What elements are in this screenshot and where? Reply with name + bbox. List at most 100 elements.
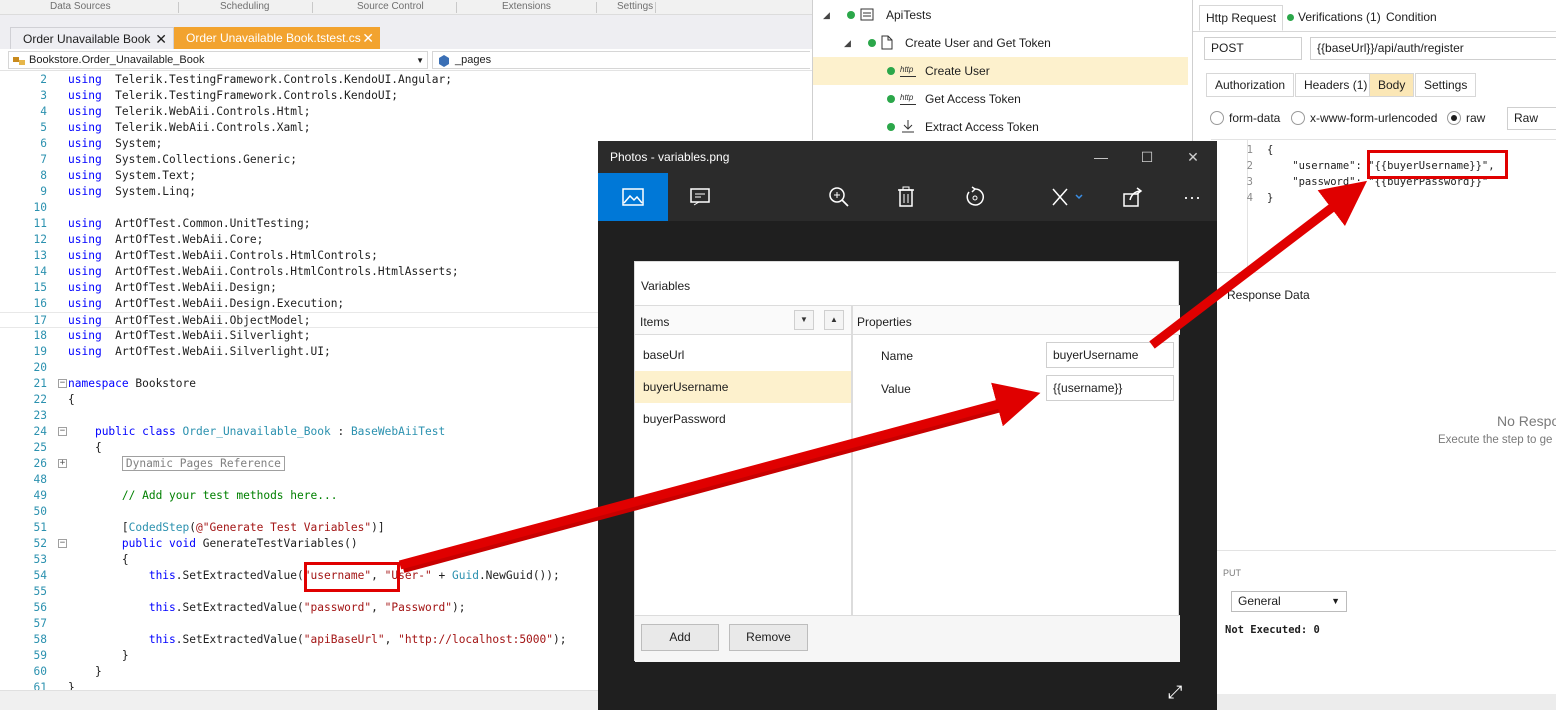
expand-triangle-icon[interactable]: ◢	[823, 1, 830, 29]
code-text: }	[68, 665, 102, 678]
line-number: 8	[40, 169, 47, 182]
line-number: 53	[33, 553, 47, 566]
subtab-body[interactable]: Body	[1369, 73, 1415, 97]
maximize-icon[interactable]: ☐	[1124, 145, 1170, 169]
zoom-in-icon[interactable]	[815, 173, 863, 221]
code-line[interactable]: 2 using Telerik.TestingFramework.Controls…	[0, 72, 812, 88]
line-number: 51	[33, 521, 47, 534]
tree-item-label: Create User and Get Token	[905, 36, 1051, 50]
tree-item-get-access-token[interactable]: http Get Access Token	[813, 85, 1188, 113]
line-number: 61	[33, 681, 47, 690]
line-number: 52	[33, 537, 47, 550]
edit-icon[interactable]	[1038, 173, 1098, 221]
code-text: public class Order_Unavailable_Book : Ba…	[94, 425, 446, 438]
radio-urlencoded[interactable]: x-www-form-urlencoded	[1291, 110, 1437, 126]
close-icon[interactable]: ✕	[1170, 145, 1216, 169]
tab-verifications[interactable]: Verifications (1)	[1281, 5, 1387, 31]
tree-item-extract-access-token[interactable]: Extract Access Token	[813, 113, 1188, 141]
list-item-baseurl[interactable]: baseUrl	[635, 339, 851, 371]
move-up-button[interactable]: ▲	[824, 310, 844, 330]
close-icon[interactable]: ✕	[155, 28, 167, 50]
member-dropdown-value: _pages	[455, 54, 492, 66]
line-number: 25	[33, 441, 47, 454]
ribbon-extensions[interactable]: Extensions	[502, 1, 551, 12]
dialog-header-row: Items ▼ ▲ Properties	[635, 305, 1180, 335]
line-number: 3	[40, 89, 47, 102]
http-tabs: Http Request Verifications (1) Condition	[1193, 0, 1556, 32]
status-dot-icon	[887, 123, 895, 131]
radio-form-data[interactable]: form-data	[1210, 110, 1280, 126]
ribbon-settings[interactable]: Settings	[617, 1, 653, 12]
list-item-buyerpassword[interactable]: buyerPassword	[635, 403, 851, 435]
tab-order-unavailable-book-cs[interactable]: Order Unavailable Book.tstest.cs ✕	[174, 27, 380, 49]
line-number: 60	[33, 665, 47, 678]
collapse-icon[interactable]: −	[58, 427, 67, 436]
ribbon-source-control[interactable]: Source Control	[357, 1, 424, 12]
tree-item-apitests[interactable]: ◢ ApiTests	[813, 1, 1188, 29]
dialog-footer: Add Remove	[635, 615, 1180, 662]
fullscreen-icon[interactable]: ⤢	[1168, 682, 1182, 703]
url-field[interactable]: {{baseUrl}}/api/auth/register	[1310, 37, 1556, 60]
delete-icon[interactable]	[882, 173, 930, 221]
move-down-button[interactable]: ▼	[794, 310, 814, 330]
radio-raw[interactable]: raw	[1447, 110, 1485, 126]
items-header: Items	[640, 315, 670, 329]
value-field[interactable]: {{username}}	[1046, 375, 1174, 401]
tree-item-label: ApiTests	[886, 8, 932, 22]
collapse-icon[interactable]: −	[58, 539, 67, 548]
http-icon: http	[900, 93, 916, 105]
dialog-title: Variables	[641, 279, 691, 293]
chevron-down-icon: ▼	[1331, 596, 1340, 606]
tab-condition[interactable]: Condition	[1380, 5, 1443, 31]
value-label: Value	[881, 382, 911, 396]
code-line[interactable]: 4 using Telerik.WebAii.Controls.Html;	[0, 104, 812, 120]
line-number: 12	[33, 233, 47, 246]
status-dot-icon	[847, 11, 855, 19]
tab-http-request[interactable]: Http Request	[1199, 5, 1284, 31]
add-button[interactable]: Add	[641, 624, 719, 651]
radio-circle-icon	[1447, 111, 1461, 125]
code-text: // Add your test methods here...	[121, 489, 338, 502]
tab-order-unavailable-book[interactable]: Order Unavailable Book ✕	[10, 27, 174, 49]
ribbon-scheduling[interactable]: Scheduling	[220, 1, 269, 12]
line-number: 57	[33, 617, 47, 630]
remove-button[interactable]: Remove	[729, 624, 808, 651]
http-method-field[interactable]: POST	[1204, 37, 1302, 60]
ribbon-bar: Data Sources Scheduling Source Control E…	[0, 0, 812, 15]
code-text: using Telerik.WebAii.Controls.Html;	[68, 105, 311, 118]
minimize-icon[interactable]: —	[1078, 145, 1124, 169]
list-item-buyerusername[interactable]: buyerUsername	[635, 371, 851, 403]
class-dropdown[interactable]: Bookstore.Order_Unavailable_Book ▼	[8, 51, 428, 69]
tree-item-create-user-and-get-token[interactable]: ◢ Create User and Get Token	[813, 29, 1188, 57]
subtab-settings[interactable]: Settings	[1415, 73, 1477, 97]
close-icon[interactable]: ✕	[362, 27, 374, 49]
line-number: 7	[40, 153, 47, 166]
subtab-authorization[interactable]: Authorization	[1206, 73, 1295, 97]
no-response-title: No Respo	[1497, 413, 1556, 429]
code-line[interactable]: 3 using Telerik.TestingFramework.Controls…	[0, 88, 812, 104]
member-dropdown[interactable]: _pages	[432, 51, 810, 69]
tree-item-create-user[interactable]: http Create User	[813, 57, 1188, 85]
name-field[interactable]: buyerUsername	[1046, 342, 1174, 368]
code-text: using ArtOfTest.WebAii.Design.Execution;	[68, 297, 345, 310]
code-line[interactable]: 5 using Telerik.WebAii.Controls.Xaml;	[0, 120, 812, 136]
slideshow-icon[interactable]	[676, 173, 724, 221]
photos-window: Photos - variables.png — ☐ ✕ ··· ⤢ Varia…	[598, 141, 1217, 710]
collapse-icon[interactable]: −	[58, 379, 67, 388]
body-format-select[interactable]: Raw	[1507, 107, 1556, 130]
output-select[interactable]: General ▼	[1231, 591, 1347, 612]
line-number: 56	[33, 601, 47, 614]
expand-icon[interactable]: +	[58, 459, 67, 468]
line-number: 18	[33, 329, 47, 342]
image-view-icon[interactable]	[598, 173, 668, 221]
more-icon[interactable]: ···	[1168, 173, 1216, 221]
expand-triangle-icon[interactable]: ◢	[844, 29, 851, 57]
subtab-headers[interactable]: Headers (1)	[1295, 73, 1377, 97]
share-icon[interactable]	[1109, 173, 1157, 221]
chevron-down-icon: ▼	[416, 56, 424, 65]
line-number: 49	[33, 489, 47, 502]
tab-label: Order Unavailable Book	[23, 32, 151, 46]
rotate-icon[interactable]	[951, 173, 999, 221]
ribbon-data-sources[interactable]: Data Sources	[50, 1, 111, 12]
code-text: using ArtOfTest.WebAii.ObjectModel;	[68, 314, 311, 327]
